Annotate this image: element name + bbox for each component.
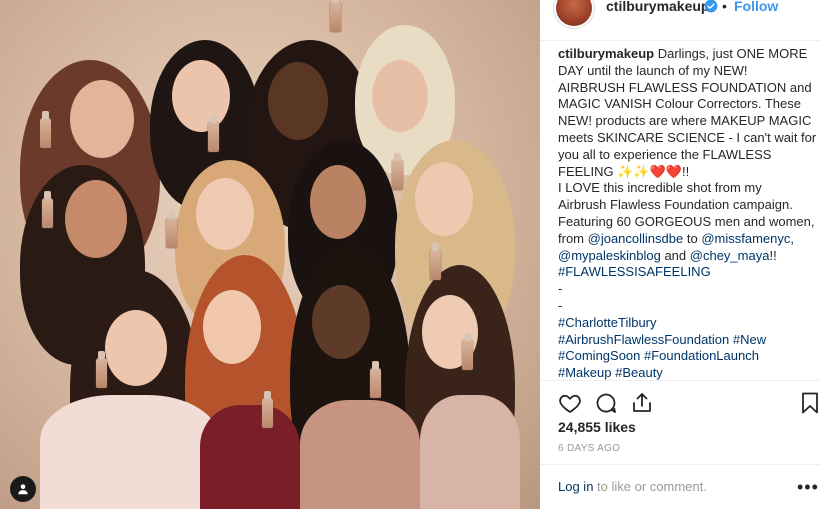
foundation-bottle [40, 111, 51, 148]
follow-button[interactable]: Follow [734, 0, 778, 14]
login-prompt-text: to like or comment. [597, 479, 707, 494]
foundation-bottle [392, 153, 403, 190]
foundation-bottle [262, 391, 273, 428]
post-actions [540, 380, 820, 421]
mention-link[interactable]: @missfamenyc, [701, 231, 794, 246]
person-face [312, 285, 370, 359]
hashtag-link[interactable]: #New [733, 332, 766, 347]
login-prompt: Log in to like or comment. [558, 479, 707, 494]
more-options-button[interactable]: ••• [797, 477, 819, 498]
mention-link[interactable]: @chey_maya [690, 248, 770, 263]
mention-link[interactable]: @mypaleskinblog [558, 248, 661, 263]
hashtag-link[interactable]: #FoundationLaunch [644, 348, 759, 363]
caption-author-link[interactable]: ctilburymakeup [558, 46, 654, 61]
caption-line: @mypaleskinblog and @chey_maya!! [558, 248, 820, 265]
post-timestamp[interactable]: 6 DAYS AGO [558, 443, 620, 454]
hashtag-link[interactable]: #Makeup [558, 365, 611, 380]
person-figure [200, 405, 300, 509]
person-face [310, 165, 366, 239]
foundation-bottle [166, 211, 177, 248]
person-face [203, 290, 261, 364]
username-link[interactable]: ctilburymakeup [606, 0, 709, 14]
caption-text: Featuring 60 GORGEOUS men and women, [558, 213, 815, 229]
user-tag-icon [18, 484, 28, 495]
foundation-bottle [370, 361, 381, 398]
foundation-bottle [42, 191, 53, 228]
caption-text: you all to experience the FLAWLESS [558, 146, 772, 162]
comment-icon[interactable] [594, 391, 618, 415]
caption-text: - [558, 297, 563, 313]
person-face [372, 60, 428, 132]
mention-link[interactable]: @joancollinsdbe [588, 231, 684, 246]
foundation-bottle [330, 0, 341, 32]
person-face [105, 310, 167, 386]
verified-badge-icon [704, 0, 718, 13]
post-header: ctilburymakeup • Follow [540, 0, 820, 41]
caption-text: !! [769, 247, 777, 263]
separator-dot: • [722, 0, 727, 14]
caption-text: Darlings, just ONE MORE [657, 46, 808, 61]
caption-text: and [664, 247, 687, 263]
avatar[interactable] [556, 0, 592, 26]
person-figure [300, 400, 420, 509]
caption-text: AIRBRUSH FLAWLESS FOUNDATION and [558, 79, 812, 95]
caption-text: NEW! products are where MAKEUP MAGIC [558, 113, 812, 129]
foundation-bottle [462, 333, 473, 370]
caption-text: MAGIC VANISH Colour Correctors. These [558, 96, 801, 112]
caption-text: FEELING ✨✨❤️❤️!! [558, 163, 690, 179]
login-link[interactable]: Log in [558, 479, 593, 494]
user-tag-button[interactable] [10, 476, 36, 502]
person-figure [420, 395, 520, 509]
foundation-bottle [208, 115, 219, 152]
caption-text: meets SKINCARE SCIENCE - I can't wait fo… [558, 129, 817, 145]
hashtag-link[interactable]: #FLAWLESSISAFEELING [558, 264, 820, 281]
foundation-bottle [430, 243, 441, 280]
hashtag-link[interactable]: #AirbrushFlawlessFoundation [558, 332, 729, 347]
caption-text: Airbrush Flawless Foundation campaign. [558, 197, 793, 213]
person-face [172, 60, 230, 132]
caption-text: I LOVE this incredible shot from my [558, 180, 762, 196]
caption-text: - [558, 281, 563, 297]
post-caption: ctilburymakeup Darlings, just ONE MORE D… [558, 46, 820, 382]
hashtag-link[interactable]: #ComingSoon [558, 348, 640, 363]
hashtag-link[interactable]: #Beauty [615, 365, 663, 380]
person-face [70, 80, 134, 158]
foundation-bottle [96, 351, 107, 388]
person-face [415, 162, 473, 236]
caption-line: #AirbrushFlawlessFoundation #New [558, 332, 820, 349]
share-icon[interactable] [630, 391, 654, 415]
heart-icon[interactable] [558, 391, 582, 415]
person-face [268, 62, 328, 140]
caption-text: from [558, 230, 584, 246]
bookmark-icon[interactable] [798, 391, 820, 415]
caption-text: DAY until the launch of my NEW! [558, 62, 748, 78]
comment-bar: Log in to like or comment. ••• [540, 464, 820, 510]
caption-line: #ComingSoon #FoundationLaunch [558, 348, 820, 365]
likes-count[interactable]: 24,855 likes [558, 419, 636, 435]
caption-text: to [686, 230, 698, 246]
person-face [196, 178, 254, 250]
person-figure [40, 395, 220, 509]
post-side-panel: ctilburymakeup • Follow ctilburymakeup D… [540, 0, 820, 509]
person-face [65, 180, 127, 258]
hashtag-link[interactable]: #CharlotteTilbury [558, 315, 820, 332]
caption-line: from @joancollinsdbe to @missfamenyc, [558, 231, 820, 248]
post-photo[interactable] [0, 0, 540, 509]
